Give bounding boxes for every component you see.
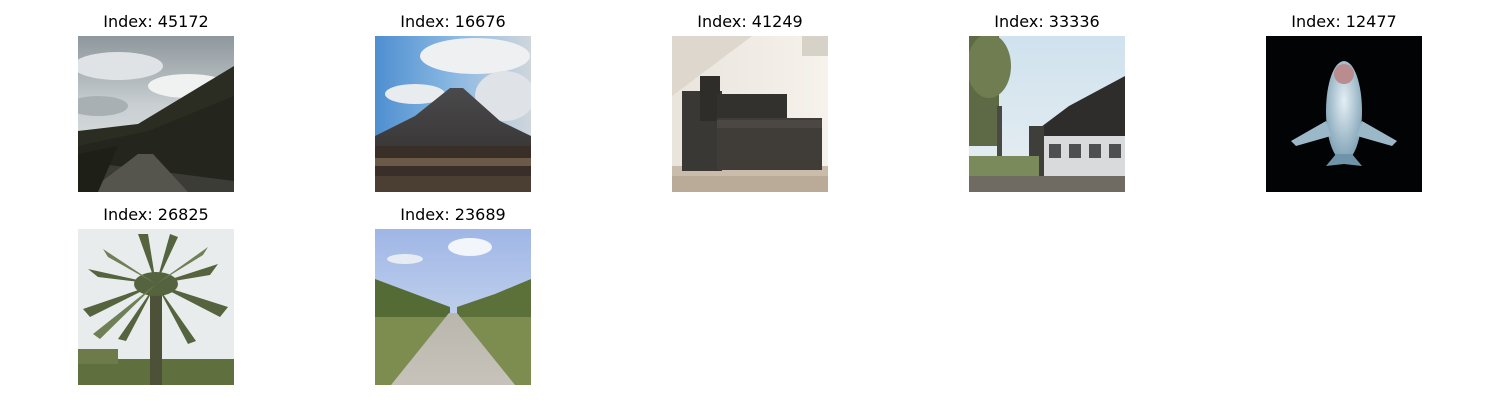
panel-title: Index: 45172 bbox=[103, 12, 209, 31]
house-street-photo bbox=[969, 36, 1125, 192]
panel-title: Index: 26825 bbox=[103, 205, 209, 224]
couch-photo bbox=[672, 36, 828, 192]
mountain-photo bbox=[375, 36, 531, 192]
panel-title: Index: 33336 bbox=[994, 12, 1100, 31]
road-valley-photo bbox=[78, 36, 234, 192]
palm-tree-photo bbox=[78, 229, 234, 385]
panel-title: Index: 23689 bbox=[400, 205, 506, 224]
panel-title: Index: 12477 bbox=[1291, 12, 1397, 31]
airplane-photo bbox=[1266, 36, 1422, 192]
panel-title: Index: 41249 bbox=[697, 12, 803, 31]
country-road-photo bbox=[375, 229, 531, 385]
panel-title: Index: 16676 bbox=[400, 12, 506, 31]
